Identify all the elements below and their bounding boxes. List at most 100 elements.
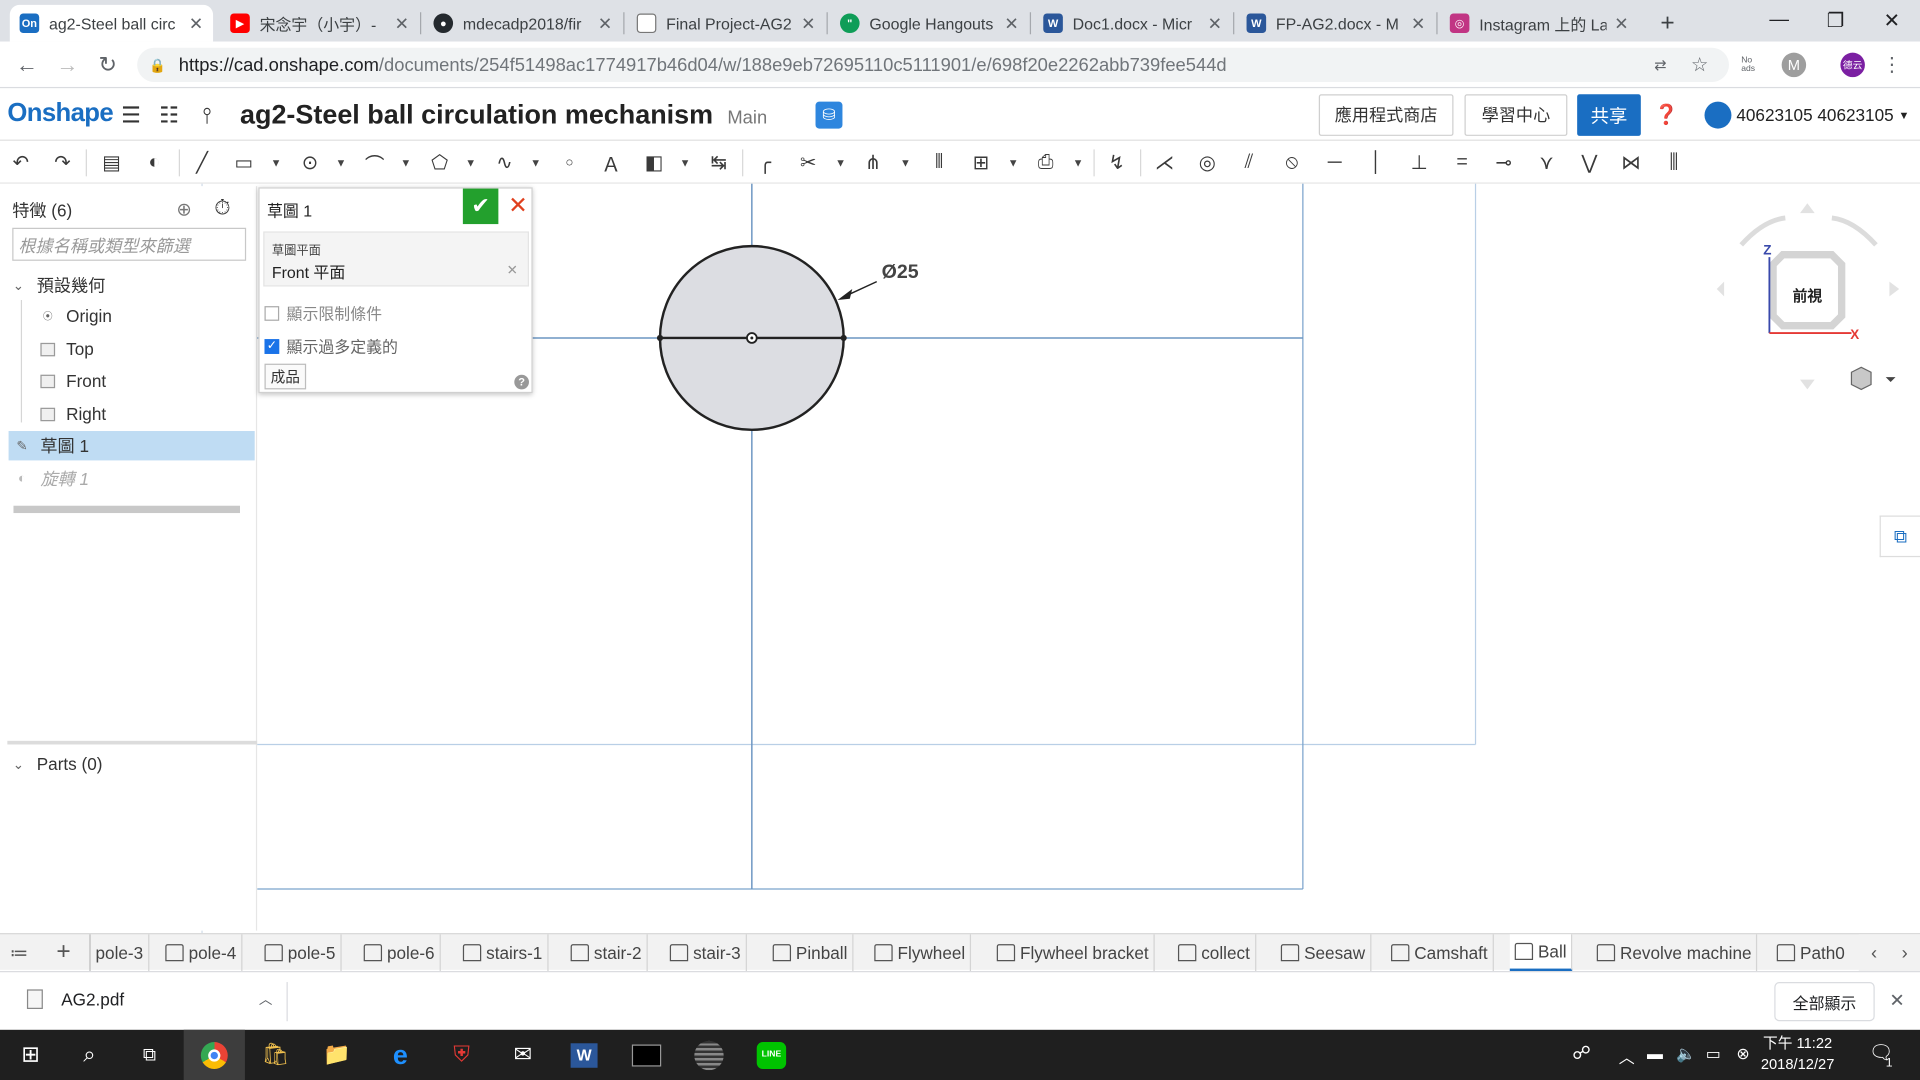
insert-icon[interactable]: ⫯ xyxy=(193,102,220,129)
scroll-left-icon[interactable]: ‹ xyxy=(1871,942,1877,963)
close-icon[interactable]: ✕ xyxy=(1614,13,1628,34)
chevron-down-icon[interactable]: ▼ xyxy=(1073,157,1084,169)
tab-collect[interactable]: collect xyxy=(1173,934,1256,972)
coincident-icon[interactable]: ⋌ xyxy=(1151,149,1178,176)
tab-list-icon[interactable]: ≔ xyxy=(10,942,28,964)
parallel-icon[interactable]: ⫽ xyxy=(1236,149,1263,176)
redo-icon[interactable]: ↷ xyxy=(49,149,76,176)
view-cube[interactable]: Z X 前視 xyxy=(1714,196,1910,404)
construction-icon[interactable]: ◧ xyxy=(640,149,667,176)
circle-tool-icon[interactable]: ⊙ xyxy=(296,149,323,176)
tab-revolve-machine[interactable]: Revolve machine xyxy=(1592,934,1758,972)
browser-tab-final-project[interactable]: Final Project-AG2 ✕ xyxy=(627,5,825,42)
paste-icon[interactable]: ▤ xyxy=(98,149,125,176)
bookmark-star-icon[interactable]: ☆ xyxy=(1687,53,1711,77)
branch-label[interactable]: Main xyxy=(727,108,767,129)
view-options-icon[interactable] xyxy=(1850,366,1872,391)
text-tool-icon[interactable]: Ａ xyxy=(598,149,625,177)
browser-tab-youtube[interactable]: ▶ 宋念宇（小宇）- ✕ xyxy=(220,5,418,42)
word-icon[interactable]: W xyxy=(553,1030,614,1080)
final-button[interactable]: 成品 xyxy=(264,363,307,390)
tab-flywheel[interactable]: Flywheel xyxy=(869,934,972,972)
browser-tab-instagram[interactable]: ◎ Instagram 上的 La ✕ xyxy=(1440,5,1638,42)
normal-icon[interactable]: ⋎ xyxy=(1533,149,1560,176)
feature-filter-input[interactable]: 根據名稱或類型來篩選 xyxy=(12,227,247,261)
fix-icon[interactable]: ⫼ xyxy=(1660,149,1687,176)
perpendicular-icon[interactable]: ⊥ xyxy=(1406,149,1433,176)
panel-divider[interactable] xyxy=(7,740,258,745)
add-folder-icon[interactable]: ⊕ xyxy=(176,198,191,221)
browser-tab-doc1[interactable]: W Doc1.docx - Micr ✕ xyxy=(1033,5,1231,42)
default-geometry-group[interactable]: ⌄ 預設幾何 xyxy=(10,271,256,300)
app-globe-icon[interactable] xyxy=(678,1030,739,1080)
chevron-down-icon[interactable]: ▼ xyxy=(680,157,691,169)
tree-item-origin[interactable]: ⦿ Origin xyxy=(39,301,235,330)
help-icon[interactable]: ? xyxy=(514,374,529,390)
profile-avatar[interactable]: 德云 xyxy=(1840,52,1865,78)
spline-tool-icon[interactable]: ∿ xyxy=(491,149,518,176)
edge-icon[interactable]: e xyxy=(370,1030,431,1080)
app-store-button[interactable]: 應用程式商店 xyxy=(1318,94,1454,136)
dxf-import-icon[interactable]: ⎙ xyxy=(1032,149,1059,176)
close-icon[interactable]: ✕ xyxy=(395,13,409,34)
tab-path0[interactable]: Path0 xyxy=(1772,934,1850,971)
close-icon[interactable]: ✕ xyxy=(1411,13,1425,34)
tab-ball[interactable]: Ball xyxy=(1509,934,1573,972)
browser-tab-hangouts[interactable]: " Google Hangouts ✕ xyxy=(830,5,1028,42)
fillet-icon[interactable]: ╭ xyxy=(752,149,779,176)
right-arrow-icon[interactable] xyxy=(1889,281,1900,297)
down-arrow-icon[interactable] xyxy=(1800,379,1815,390)
network-off-icon[interactable]: ⊗ xyxy=(1736,1044,1749,1064)
reload-icon[interactable]: ↻ xyxy=(93,50,122,79)
close-icon[interactable]: ✕ xyxy=(1889,989,1904,1012)
chevron-down-icon[interactable]: ▼ xyxy=(835,157,846,169)
chevron-down-icon[interactable]: ▼ xyxy=(465,157,476,169)
search-icon[interactable]: ⌕ xyxy=(59,1030,120,1080)
help-icon[interactable]: ❓ xyxy=(1653,102,1680,129)
sketch-icon[interactable]: ◐ xyxy=(141,149,168,176)
back-arrow-icon[interactable]: ← xyxy=(12,50,41,79)
diameter-dimension[interactable]: Ø25 xyxy=(882,261,919,283)
battery-icon[interactable]: ▬ xyxy=(1647,1044,1663,1062)
volume-icon[interactable]: 🔈 xyxy=(1676,1044,1696,1064)
extension-m-icon[interactable]: M xyxy=(1781,52,1807,78)
minimize-icon[interactable]: — xyxy=(1751,0,1807,42)
horizontal-icon[interactable]: ─ xyxy=(1321,149,1348,176)
pierce-icon[interactable]: ⋁ xyxy=(1576,149,1603,176)
close-window-icon[interactable]: ✕ xyxy=(1864,0,1920,42)
task-view-icon[interactable]: ⧉ xyxy=(119,1030,180,1080)
mirror-icon[interactable]: ⫴ xyxy=(926,149,953,176)
windows-start-icon[interactable]: ⊞ xyxy=(0,1030,61,1080)
document-title[interactable]: ag2-Steel ball circulation mechanism xyxy=(240,99,713,131)
vertical-icon[interactable]: │ xyxy=(1363,149,1390,176)
close-icon[interactable]: ✕ xyxy=(801,13,815,34)
pattern-icon[interactable]: ⊞ xyxy=(967,149,994,176)
noads-extension-icon[interactable]: No ads xyxy=(1741,53,1765,77)
symmetric-icon[interactable]: ⋈ xyxy=(1618,149,1645,176)
rectangle-tool-icon[interactable]: ▭ xyxy=(230,149,257,176)
download-item[interactable]: AG2.pdf ︿ xyxy=(26,989,272,1009)
rotate-arrow-icon[interactable] xyxy=(1739,215,1786,247)
midpoint-icon[interactable]: ⊸ xyxy=(1490,149,1517,176)
arc-tool-icon[interactable]: ⌒ xyxy=(361,149,388,177)
cancel-x-icon[interactable]: ✕ xyxy=(504,191,531,220)
people-icon[interactable]: ☍ xyxy=(1572,1042,1591,1064)
appearance-panel-icon[interactable]: ⧉ xyxy=(1879,515,1920,558)
dimension-icon[interactable]: ↹ xyxy=(705,149,732,176)
show-overdefined-checkbox[interactable]: ✓ 顯示過多定義的 xyxy=(264,334,398,357)
chevron-down-icon[interactable]: ▼ xyxy=(271,157,282,169)
chevron-up-icon[interactable]: ︿ xyxy=(1619,1044,1635,1067)
terminal-icon[interactable] xyxy=(616,1030,677,1080)
clear-x-icon[interactable]: ✕ xyxy=(507,262,518,278)
close-icon[interactable]: ✕ xyxy=(1004,13,1018,34)
show-constraints-checkbox[interactable]: 顯示限制條件 xyxy=(264,301,382,324)
tab-pinball[interactable]: Pinball xyxy=(768,934,854,972)
tab-stair-2[interactable]: stair-2 xyxy=(566,934,648,972)
sketch-point[interactable] xyxy=(840,334,847,342)
feature-list-icon[interactable]: ☷ xyxy=(156,102,183,129)
menu-kebab-icon[interactable]: ⋮ xyxy=(1880,53,1904,77)
tangent-icon[interactable]: ⦸ xyxy=(1278,149,1305,176)
version-graph-icon[interactable]: ⛁ xyxy=(815,101,843,129)
tab-pole-6[interactable]: pole-6 xyxy=(359,934,441,972)
tree-item-revolve-1[interactable]: ◐ 旋轉 1 xyxy=(9,464,255,493)
